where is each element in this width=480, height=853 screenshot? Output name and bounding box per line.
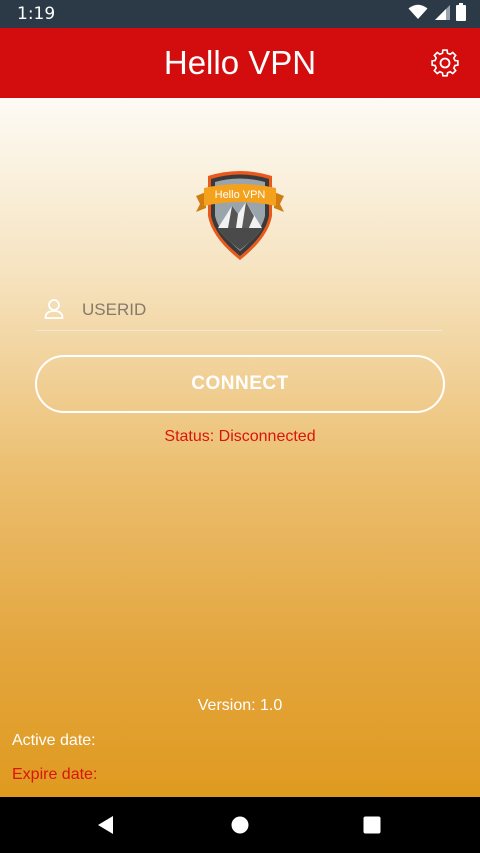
status-icons: [408, 2, 466, 26]
hello-vpn-logo: Hello VPN: [192, 168, 288, 264]
active-date-label: Active date:: [12, 732, 96, 749]
recents-icon: [363, 816, 381, 834]
signal-icon: [434, 4, 450, 25]
userid-input[interactable]: [82, 294, 432, 326]
system-status-bar: 1:19: [0, 0, 480, 28]
nav-recents-button[interactable]: [358, 811, 386, 839]
wifi-icon: [408, 4, 428, 25]
expire-date-label: Expire date:: [12, 766, 98, 783]
version-label: Version: 1.0: [197, 697, 283, 714]
connection-status: Status: Disconnected: [164, 428, 316, 445]
app-bar: Hello VPN: [0, 28, 480, 98]
status-time: 1:19: [17, 4, 56, 24]
connect-button[interactable]: CONNECT: [35, 355, 445, 413]
nav-home-button[interactable]: [226, 811, 254, 839]
gear-icon: [431, 49, 459, 77]
home-icon: [231, 816, 249, 834]
nav-back-button[interactable]: [92, 811, 120, 839]
back-icon: [98, 816, 113, 834]
system-nav-bar: [0, 797, 480, 853]
userid-field: [36, 294, 442, 331]
main-content: Hello VPN CONNECT Status: Disconnected V…: [0, 98, 480, 797]
user-icon: [44, 298, 64, 320]
battery-icon: [456, 2, 466, 26]
logo-text: Hello VPN: [215, 189, 266, 201]
app-title: Hello VPN: [163, 44, 317, 81]
settings-button[interactable]: [430, 48, 460, 78]
